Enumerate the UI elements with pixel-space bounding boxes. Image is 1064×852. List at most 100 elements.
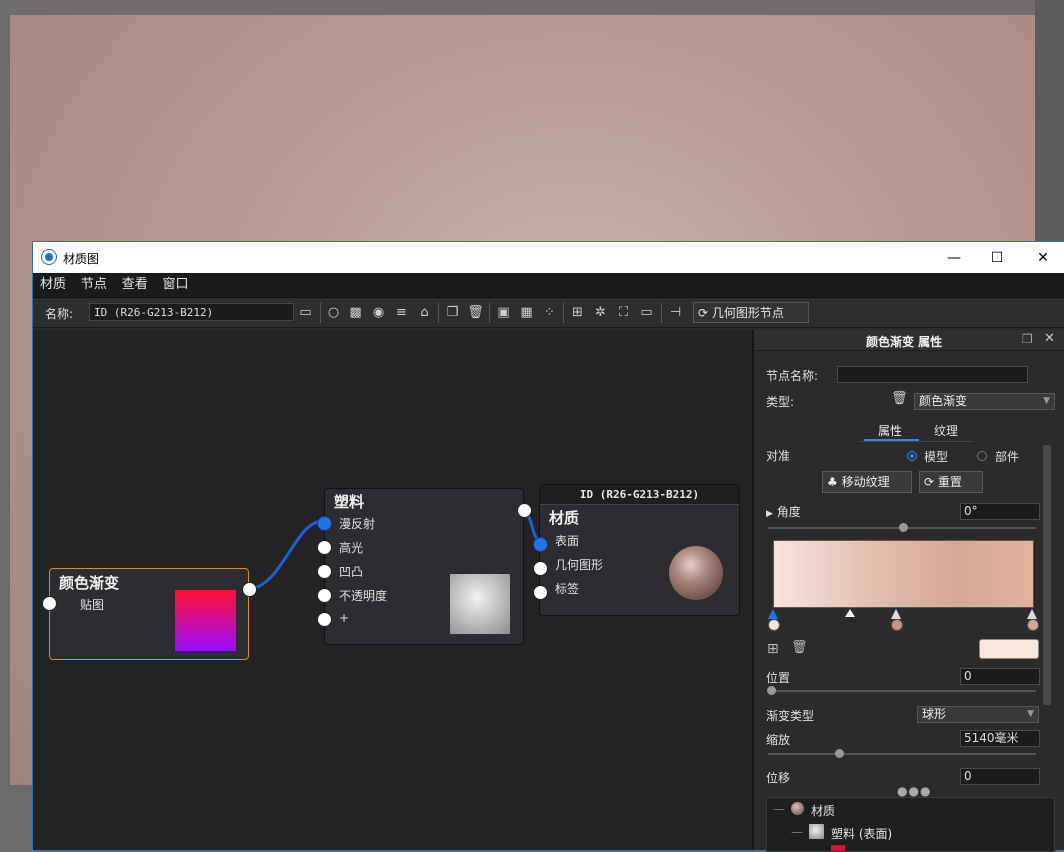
reset-button[interactable]: ⟳ 重置 <box>919 471 983 493</box>
plastic-specular-port[interactable] <box>317 540 332 555</box>
connect-icon[interactable]: ⁘ <box>541 304 558 321</box>
align-model-radio[interactable] <box>907 451 917 461</box>
panel-scrollbar[interactable] <box>1043 445 1051 705</box>
plastic-add-port[interactable] <box>317 612 332 627</box>
copy-icon[interactable]: ❐ <box>444 304 461 321</box>
plastic-bump-port[interactable] <box>317 564 332 579</box>
gradient-stop-marker-3[interactable] <box>1027 609 1037 619</box>
maximize-button[interactable]: ☐ <box>974 242 1020 273</box>
checker-icon[interactable]: ▩ <box>347 304 364 321</box>
port-label-bump: 凹凸 <box>339 565 364 579</box>
delete-stop-icon[interactable]: 🗑 <box>791 640 808 655</box>
tab-texture[interactable]: 纹理 <box>934 422 958 439</box>
minimize-button[interactable]: — <box>931 242 977 273</box>
gear-icon[interactable]: ✲ <box>592 304 609 321</box>
gradient-type-value: 球形 <box>922 707 947 721</box>
material-graph-window: 材质图 — ☐ ✕ 材质 节点 查看 窗口 名称: ID (R26-G213-B… <box>33 242 1064 852</box>
more-handle-icon[interactable]: ●●● <box>897 784 931 798</box>
position-slider-knob[interactable] <box>767 686 776 695</box>
move-texture-button[interactable]: ♣ 移动纹理 <box>822 471 912 493</box>
magnify-icon[interactable]: ○ <box>325 304 342 321</box>
gradient-stop-1[interactable] <box>768 619 780 631</box>
port-label-add: + <box>339 611 350 625</box>
offset-input[interactable]: 0 <box>960 768 1040 785</box>
tree-item-material[interactable]: 材质 <box>811 802 835 819</box>
scale-slider-knob[interactable] <box>835 749 844 758</box>
close-button[interactable]: ✕ <box>1020 242 1064 273</box>
port-label-diffuse: 漫反射 <box>339 517 376 531</box>
float-panel-icon[interactable]: ❐ <box>1022 332 1033 346</box>
plastic-node[interactable]: 塑料 漫反射 高光 凹凸 不透明度 + <box>324 488 524 645</box>
node-graph-canvas[interactable]: 颜色渐变 贴图 塑料 漫反射 高光 凹凸 不透明度 + ID (R26-G213… <box>33 330 754 850</box>
gradient-node[interactable]: 颜色渐变 贴图 <box>49 568 249 660</box>
tab-divider <box>859 441 974 442</box>
geometry-node-button[interactable]: ⟳ 几何图形节点 <box>693 302 809 323</box>
expand-arrow-icon[interactable]: ▶ <box>766 509 773 519</box>
gradient-bar[interactable] <box>773 540 1034 608</box>
tree-collapse-icon[interactable]: — <box>773 802 785 816</box>
move-texture-label: 移动纹理 <box>841 475 890 489</box>
menu-node[interactable]: 节点 <box>81 273 107 297</box>
position-input[interactable]: 0 <box>960 668 1040 685</box>
zoom-100-icon[interactable]: ▭ <box>638 304 655 321</box>
geometry-node-label: 几何图形节点 <box>711 306 784 320</box>
add-stop-icon[interactable]: ⊞ <box>767 641 779 657</box>
gradient-input-port[interactable] <box>42 596 57 611</box>
angle-slider-knob[interactable] <box>899 523 908 532</box>
type-label: 类型: <box>766 395 795 409</box>
material-node[interactable]: ID (R26-G213-B212) 材质 表面 几何图形 标签 <box>539 484 740 616</box>
tree-item-plastic[interactable]: 塑料 (表面) <box>831 825 892 842</box>
gradient-stop-2[interactable] <box>891 619 903 631</box>
toolbar-divider <box>438 303 439 323</box>
stop-color-swatch[interactable] <box>979 639 1039 659</box>
angle-label-text: 角度 <box>776 505 801 519</box>
material-node-header: ID (R26-G213-B212) <box>540 485 739 505</box>
port-label-geometry: 几何图形 <box>555 558 604 572</box>
app-icon <box>42 250 56 264</box>
grid-node-icon[interactable]: ▦ <box>518 304 535 321</box>
close-panel-icon[interactable]: ✕ <box>1044 331 1055 346</box>
material-surface-port[interactable] <box>533 537 548 552</box>
sliders-icon[interactable]: ≡ <box>393 304 410 321</box>
menu-material[interactable]: 材质 <box>40 273 66 297</box>
gradient-midpoint-marker[interactable] <box>845 609 855 617</box>
gradient-output-port[interactable] <box>242 582 257 597</box>
save-icon[interactable]: ▭ <box>297 304 314 321</box>
chevron-down-icon: ▼ <box>1027 709 1034 719</box>
tab-properties[interactable]: 属性 <box>878 422 902 439</box>
menu-view[interactable]: 查看 <box>122 273 148 297</box>
panel-header: 颜色渐变 属性 ❐ ✕ <box>754 330 1064 351</box>
name-input[interactable]: ID (R26-G213-B212) <box>89 303 294 321</box>
angle-input[interactable]: 0° <box>960 503 1040 520</box>
plastic-diffuse-port[interactable] <box>317 516 332 531</box>
gradient-stop-marker-2[interactable] <box>891 609 901 619</box>
name-label: 名称: <box>45 307 74 321</box>
fit-icon[interactable]: ⛶ <box>615 304 632 321</box>
position-slider-track[interactable] <box>768 690 1036 692</box>
play-icon[interactable]: ◉ <box>370 304 387 321</box>
trash-icon[interactable]: 🗑 <box>467 304 484 321</box>
refresh-icon: ⟳ <box>924 475 935 489</box>
reset-label: 重置 <box>937 475 962 489</box>
menu-window[interactable]: 窗口 <box>163 273 189 297</box>
tree-collapse-icon[interactable]: — <box>791 825 803 839</box>
title-bar[interactable]: 材质图 — ☐ ✕ <box>33 242 1064 273</box>
add-node-icon[interactable]: ▣ <box>495 304 512 321</box>
plastic-output-port[interactable] <box>517 503 532 518</box>
layout-icon[interactable]: ⊞ <box>569 304 586 321</box>
plastic-opacity-port[interactable] <box>317 588 332 603</box>
align-part-radio[interactable] <box>977 451 987 461</box>
node-name-input[interactable] <box>837 366 1028 383</box>
properties-panel: 颜色渐变 属性 ❐ ✕ 节点名称: 类型: 🗑 颜色渐变 ▼ 属性 纹理 对准 … <box>754 330 1064 852</box>
pin-icon[interactable]: ⊣ <box>667 304 684 321</box>
scale-slider-track[interactable] <box>768 753 1036 755</box>
material-tag-port[interactable] <box>533 585 548 600</box>
type-select[interactable]: 颜色渐变 ▼ <box>914 393 1055 410</box>
gradient-stop-3[interactable] <box>1027 619 1039 631</box>
trash-icon[interactable]: 🗑 <box>891 391 908 406</box>
material-geometry-port[interactable] <box>533 561 548 576</box>
gradient-type-select[interactable]: 球形 ▼ <box>917 706 1039 723</box>
stamp-icon[interactable]: ⌂ <box>416 304 433 321</box>
gradient-stop-marker-selected[interactable] <box>768 609 778 619</box>
scale-input[interactable]: 5140毫米 <box>960 730 1040 747</box>
